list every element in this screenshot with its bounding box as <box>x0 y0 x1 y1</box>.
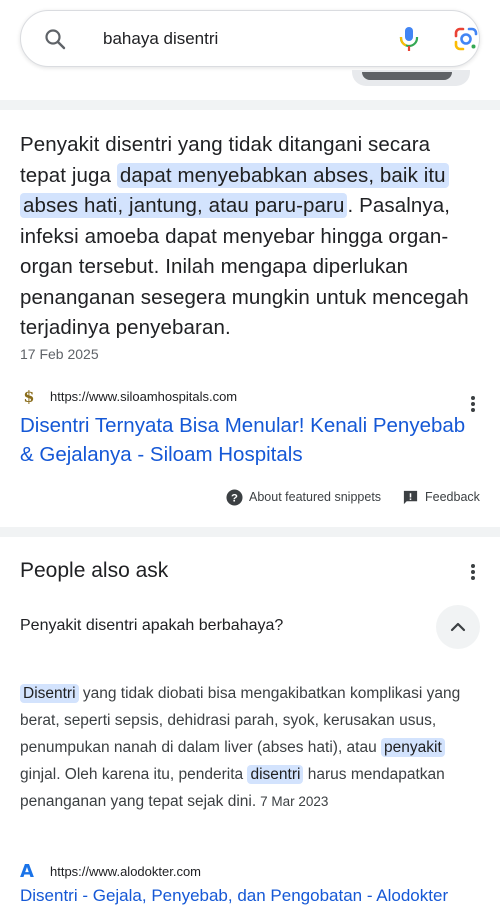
mic-icon[interactable] <box>397 25 421 53</box>
featured-snippet-text: Penyakit disentri yang tidak ditangani s… <box>20 130 480 344</box>
snippet-date: 17 Feb 2025 <box>20 346 99 362</box>
section-divider <box>0 527 500 537</box>
collapse-question-button[interactable] <box>436 605 480 649</box>
siloam-favicon-icon: $ <box>23 387 35 406</box>
answer-text: ginjal. Oleh karena itu, penderita <box>20 766 248 783</box>
answer-date: 7 Mar 2023 <box>260 794 329 809</box>
paa-answer: Disentri yang tidak diobati bisa mengaki… <box>20 680 482 815</box>
more-options-icon[interactable] <box>469 394 477 414</box>
feedback-icon <box>403 490 418 505</box>
google-lens-icon[interactable] <box>453 26 479 52</box>
answer-highlight: disentri <box>247 765 304 784</box>
result-title-link[interactable]: Disentri - Gejala, Penyebab, dan Pengoba… <box>20 886 448 906</box>
answer-highlight: penyakit <box>381 738 445 757</box>
svg-text:?: ? <box>231 492 238 504</box>
search-query-text[interactable]: bahaya disentri <box>103 29 218 49</box>
search-icon[interactable] <box>43 27 67 51</box>
paa-question[interactable]: Penyakit disentri apakah berbahaya? <box>20 617 283 635</box>
result-source[interactable]: A https://www.alodokter.com <box>20 861 480 882</box>
alodokter-favicon-icon: A <box>20 861 34 882</box>
search-bar[interactable]: bahaya disentri <box>20 10 480 67</box>
chevron-up-icon <box>450 622 466 632</box>
paa-more-options-icon[interactable] <box>469 562 477 582</box>
feedback-label: Feedback <box>425 490 480 504</box>
about-featured-snippets-label: About featured snippets <box>249 490 382 504</box>
answer-highlight: Disentri <box>20 684 79 703</box>
result-title-link[interactable]: Disentri Ternyata Bisa Menular! Kenali P… <box>20 411 470 469</box>
previous-result-image <box>352 70 470 86</box>
people-also-ask-heading: People also ask <box>20 559 169 582</box>
result-url[interactable]: https://www.alodokter.com <box>50 864 201 879</box>
result-source[interactable]: $ https://www.siloamhospitals.com <box>20 388 480 408</box>
section-divider <box>0 100 500 110</box>
result-url[interactable]: https://www.siloamhospitals.com <box>50 389 237 404</box>
help-icon: ? <box>226 489 243 506</box>
